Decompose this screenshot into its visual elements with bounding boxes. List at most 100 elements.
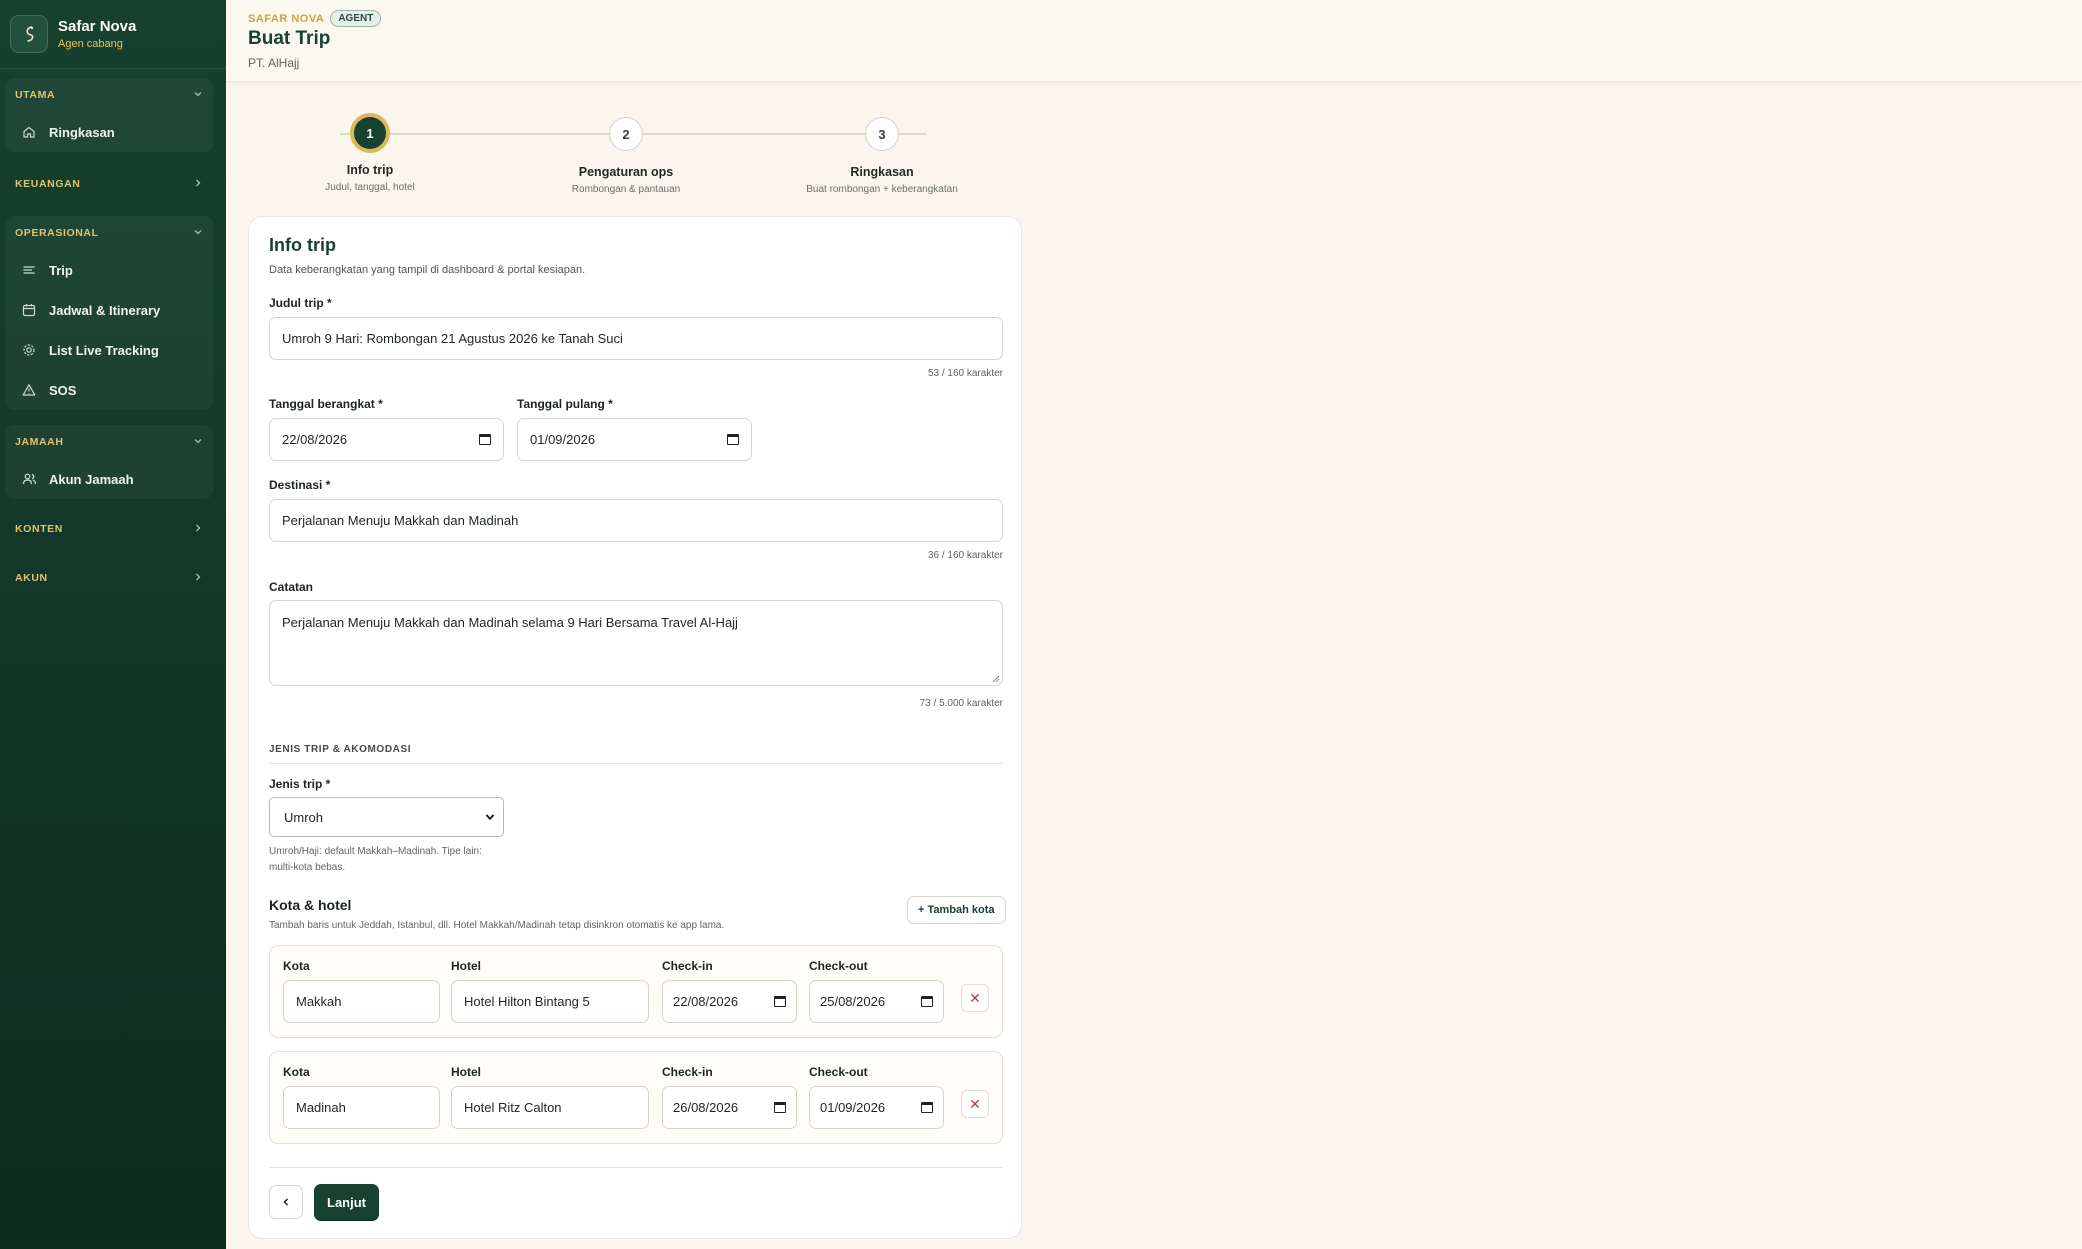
calendar-icon[interactable] — [774, 1102, 786, 1113]
nav-group-jamaah: JAMAAH Akun Jamaah — [5, 425, 213, 499]
kota-input[interactable]: Makkah — [283, 980, 440, 1023]
sidebar-item-label: Jadwal & Itinerary — [49, 302, 161, 318]
gear-icon — [21, 342, 37, 358]
judul-value: Umroh 9 Hari: Rombongan 21 Agustus 2026 … — [282, 331, 623, 346]
checkin-date-input[interactable]: 26/08/2026 — [662, 1086, 797, 1129]
destinasi-input[interactable]: Perjalanan Menuju Makkah dan Madinah — [269, 499, 1003, 542]
step-3[interactable]: 3 Ringkasan Buat rombongan + keberangkat… — [762, 110, 1002, 195]
chevron-down-icon — [193, 227, 203, 240]
brand[interactable]: Safar Nova Agen cabang — [10, 12, 216, 56]
close-icon: ✕ — [969, 1095, 981, 1112]
checkout-date-input[interactable]: 25/08/2026 — [809, 980, 944, 1023]
remove-city-button[interactable]: ✕ — [961, 984, 989, 1012]
card-heading: Info trip — [269, 235, 336, 255]
sidebar-item-jadwal[interactable]: Jadwal & Itinerary — [5, 290, 213, 330]
chevron-right-icon — [193, 572, 203, 585]
warning-icon — [21, 382, 37, 398]
stepper: 1 Info trip Judul, tanggal, hotel 2 Peng… — [248, 110, 1018, 196]
pulang-value: 01/09/2026 — [530, 432, 596, 447]
trip-info-card: Info trip Data keberangkatan yang tampil… — [248, 216, 1022, 1239]
home-icon — [21, 124, 37, 140]
pulang-date-input[interactable]: 01/09/2026 — [517, 418, 752, 461]
step-description: Judul, tanggal, hotel — [325, 182, 415, 193]
nav-group-konten: KONTEN — [5, 512, 213, 546]
users-icon — [21, 471, 37, 487]
step-description: Rombongan & pantauan — [571, 184, 681, 195]
section-divider — [269, 763, 1003, 764]
catatan-textarea[interactable]: Perjalanan Menuju Makkah dan Madinah sel… — [269, 600, 1003, 686]
nav-group-konten-toggle[interactable]: KONTEN — [5, 512, 213, 546]
nav-group-jamaah-toggle[interactable]: JAMAAH — [5, 425, 213, 459]
step-title: Ringkasan — [850, 165, 914, 179]
footer-divider — [269, 1167, 1003, 1168]
kota-col-label: Kota — [283, 959, 310, 973]
city-row: Kota Hotel Check-in Check-out Makkah Hot… — [269, 945, 1003, 1038]
nav-group-operasional-toggle[interactable]: OPERASIONAL — [5, 216, 213, 250]
nav-group-label: KEUANGAN — [15, 178, 81, 190]
hotel-value: Hotel Hilton Bintang 5 — [464, 994, 590, 1009]
resize-handle-icon[interactable] — [992, 675, 1000, 683]
page-title: Buat Trip — [248, 28, 331, 49]
checkin-col-label: Check-in — [662, 1065, 713, 1079]
back-button[interactable] — [269, 1185, 303, 1219]
kota-input[interactable]: Madinah — [283, 1086, 440, 1129]
nav-group-operasional: OPERASIONAL Trip Jadwal & Itinerary List… — [5, 216, 213, 410]
role-badge: AGENT — [330, 10, 382, 27]
checkout-date-input[interactable]: 01/09/2026 — [809, 1086, 944, 1129]
catatan-counter: 73 / 5.000 karakter — [919, 698, 1003, 709]
calendar-icon[interactable] — [774, 996, 786, 1007]
list-icon — [21, 262, 37, 278]
nav-group-keuangan-toggle[interactable]: KEUANGAN — [5, 167, 213, 201]
calendar-icon[interactable] — [727, 434, 739, 445]
sidebar-item-label: List Live Tracking — [49, 342, 159, 358]
page-header: SAFAR NOVA AGENT Buat Trip PT. AlHajj — [226, 0, 2082, 82]
checkin-col-label: Check-in — [662, 959, 713, 973]
checkin-date-input[interactable]: 22/08/2026 — [662, 980, 797, 1023]
destinasi-counter: 36 / 160 karakter — [927, 550, 1003, 561]
step-2[interactable]: 2 Pengaturan ops Rombongan & pantauan — [506, 110, 746, 195]
nav-group-keuangan: KEUANGAN — [5, 167, 213, 201]
calendar-icon[interactable] — [479, 434, 491, 445]
chevron-down-icon — [193, 436, 203, 449]
city-row: Kota Hotel Check-in Check-out Madinah Ho… — [269, 1051, 1003, 1144]
destinasi-value: Perjalanan Menuju Makkah dan Madinah — [282, 513, 519, 528]
checkin-value: 22/08/2026 — [673, 994, 739, 1009]
card-description: Data keberangkatan yang tampil di dashbo… — [269, 264, 586, 276]
berangkat-value: 22/08/2026 — [282, 432, 348, 447]
calendar-icon[interactable] — [921, 996, 933, 1007]
checkout-col-label: Check-out — [809, 1065, 868, 1079]
sidebar-item-akun-jamaah[interactable]: Akun Jamaah — [5, 459, 213, 499]
jenis-value: Umroh — [284, 809, 324, 825]
jenis-label: Jenis trip * — [269, 777, 331, 791]
nav-group-akun-toggle[interactable]: AKUN — [5, 561, 213, 595]
jenis-hint: Umroh/Haji: default Makkah–Madinah. Tipe… — [269, 846, 482, 873]
hotel-col-label: Hotel — [451, 1065, 481, 1079]
kota-description: Tambah baris untuk Jeddah, Istanbul, dll… — [269, 920, 725, 931]
sidebar: Safar Nova Agen cabang UTAMA Ringkasan K… — [0, 0, 226, 1249]
step-number: 1 — [354, 117, 386, 149]
step-number: 2 — [609, 117, 643, 151]
next-button[interactable]: Lanjut — [314, 1184, 379, 1220]
remove-city-button[interactable]: ✕ — [961, 1090, 989, 1118]
hotel-input[interactable]: Hotel Ritz Calton — [451, 1086, 649, 1129]
berangkat-date-input[interactable]: 22/08/2026 — [269, 418, 504, 461]
calendar-icon[interactable] — [921, 1102, 933, 1113]
step-number: 3 — [865, 117, 899, 151]
sidebar-item-sos[interactable]: SOS — [5, 370, 213, 410]
sidebar-item-live-tracking[interactable]: List Live Tracking — [5, 330, 213, 370]
breadcrumb: SAFAR NOVA AGENT — [248, 10, 382, 27]
sidebar-item-trip[interactable]: Trip — [5, 250, 213, 290]
jenis-select[interactable]: Umroh — [269, 797, 504, 837]
brand-logo-icon — [10, 15, 48, 53]
nav-group-utama-toggle[interactable]: UTAMA — [5, 78, 213, 112]
sidebar-item-ringkasan[interactable]: Ringkasan — [5, 112, 213, 152]
hotel-input[interactable]: Hotel Hilton Bintang 5 — [451, 980, 649, 1023]
judul-input[interactable]: Umroh 9 Hari: Rombongan 21 Agustus 2026 … — [269, 317, 1003, 360]
nav-group-label: OPERASIONAL — [15, 227, 99, 239]
sidebar-item-label: Trip — [49, 262, 73, 278]
add-city-button[interactable]: + Tambah kota — [907, 896, 1006, 924]
kota-value: Madinah — [296, 1100, 346, 1115]
page-subtitle: PT. AlHajj — [248, 56, 300, 70]
step-title: Info trip — [346, 163, 394, 177]
step-1[interactable]: 1 Info trip Judul, tanggal, hotel — [250, 110, 490, 193]
